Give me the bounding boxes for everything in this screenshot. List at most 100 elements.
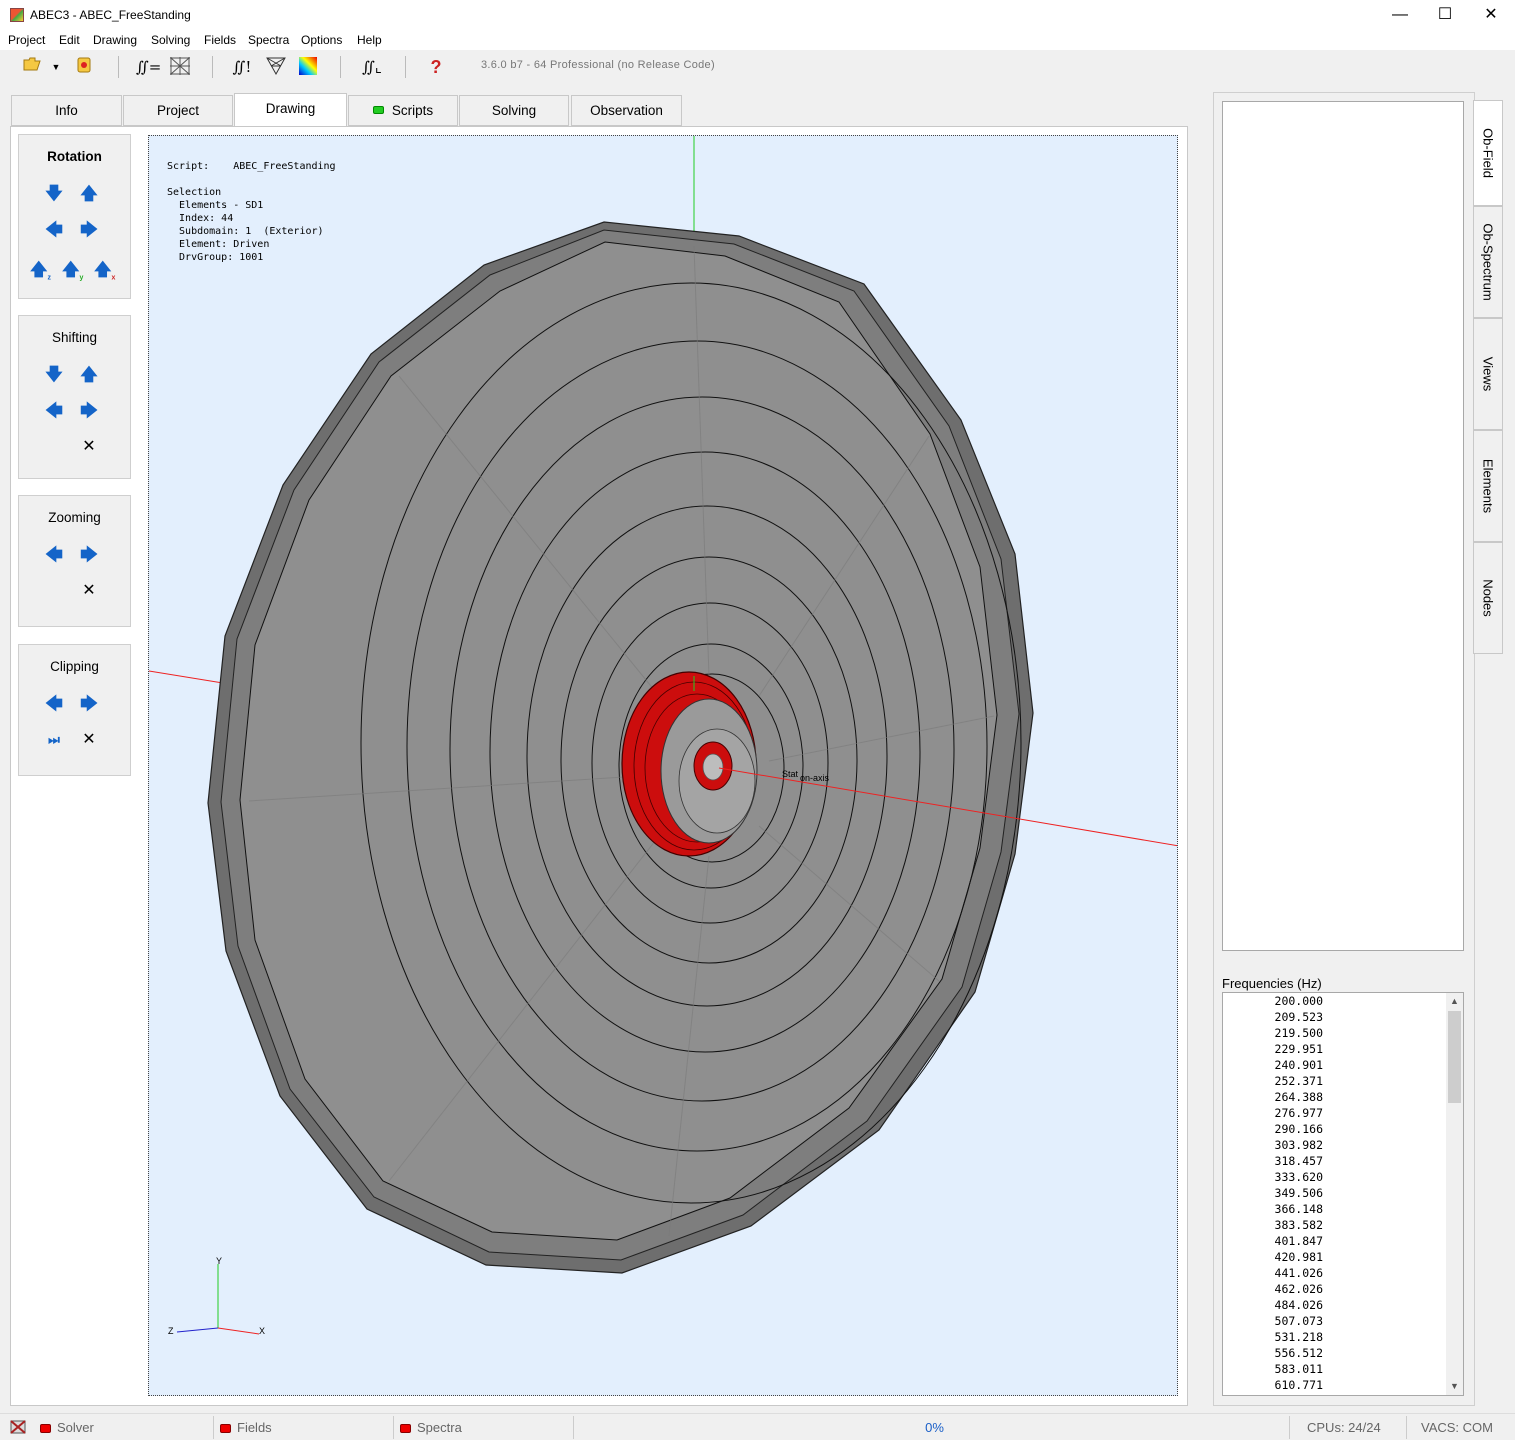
- shift-reset-button[interactable]: ✕: [80, 438, 98, 456]
- status-bar: Solver Fields Spectra 0% CPUs: 24/24 VAC…: [0, 1413, 1515, 1440]
- list-item[interactable]: 209.523: [1223, 1010, 1323, 1024]
- scroll-up-icon[interactable]: ▲: [1446, 993, 1463, 1010]
- clip-step-button[interactable]: ⏭: [45, 731, 63, 749]
- rotate-left-button[interactable]: 🡄: [45, 221, 63, 239]
- tab-solving[interactable]: Solving: [459, 95, 569, 126]
- tab-elements[interactable]: Elements: [1473, 430, 1503, 542]
- list-item[interactable]: 366.148: [1223, 1202, 1323, 1216]
- shift-up-button[interactable]: 🡅: [80, 366, 98, 384]
- minimize-button[interactable]: —: [1377, 0, 1423, 30]
- frequency-list[interactable]: 200.000 209.523 219.500 229.951 240.901 …: [1222, 992, 1464, 1396]
- menu-fields[interactable]: Fields: [204, 33, 236, 47]
- rotate-x-button[interactable]: 🡅x: [94, 261, 115, 282]
- help-icon[interactable]: ?: [424, 56, 448, 78]
- menu-options[interactable]: Options: [301, 33, 342, 47]
- list-item[interactable]: 240.901: [1223, 1058, 1323, 1072]
- shift-down-button[interactable]: 🡇: [45, 366, 63, 384]
- zooming-title: Zooming: [48, 510, 101, 525]
- zoom-out-button[interactable]: 🡄: [45, 546, 63, 564]
- rotation-group: Rotation 🡇 🡅 🡄 🡆 🡅z 🡅y 🡅x: [18, 134, 131, 299]
- menu-spectra[interactable]: Spectra: [248, 33, 289, 47]
- integral-excl-icon[interactable]: ∬!: [230, 56, 254, 78]
- menu-solving[interactable]: Solving: [151, 33, 190, 47]
- integral-curve-icon[interactable]: ∬⌞: [360, 56, 384, 78]
- list-item[interactable]: 290.166: [1223, 1122, 1323, 1136]
- list-item[interactable]: 462.026: [1223, 1282, 1323, 1296]
- fields-label: Fields: [237, 1420, 272, 1435]
- shift-left-button[interactable]: 🡄: [45, 402, 63, 420]
- list-item[interactable]: 441.026: [1223, 1266, 1323, 1280]
- zooming-group: Zooming 🡄 🡆 ✕: [18, 495, 131, 627]
- solver-tool-icon[interactable]: [8, 1418, 28, 1436]
- menu-drawing[interactable]: Drawing: [93, 33, 137, 47]
- list-item[interactable]: 229.951: [1223, 1042, 1323, 1056]
- zoom-in-button[interactable]: 🡆: [80, 546, 98, 564]
- list-item[interactable]: 219.500: [1223, 1026, 1323, 1040]
- rotate-y-button[interactable]: 🡅y: [62, 261, 83, 282]
- menu-help[interactable]: Help: [357, 33, 382, 47]
- menu-edit[interactable]: Edit: [59, 33, 80, 47]
- list-item[interactable]: 318.457: [1223, 1154, 1323, 1168]
- tab-elements-label: Elements: [1480, 458, 1496, 514]
- scroll-thumb[interactable]: [1448, 1011, 1461, 1103]
- axis-x-label: X: [259, 1326, 266, 1336]
- list-item[interactable]: 583.011: [1223, 1362, 1323, 1376]
- clip-reset-button[interactable]: ✕: [80, 731, 98, 749]
- tab-project[interactable]: Project: [123, 95, 233, 126]
- clipping-title: Clipping: [50, 659, 99, 674]
- list-item[interactable]: 610.771: [1223, 1378, 1323, 1392]
- selection-info: Script: ABEC_FreeStanding Selection Elem…: [167, 161, 336, 263]
- tab-views[interactable]: Views: [1473, 318, 1503, 430]
- frequencies-label: Frequencies (Hz): [1222, 976, 1322, 991]
- mesh-triangles-icon[interactable]: [264, 56, 288, 78]
- list-item[interactable]: 531.218: [1223, 1330, 1323, 1344]
- list-item[interactable]: 276.977: [1223, 1106, 1323, 1120]
- tab-ob-spectrum[interactable]: Ob-Spectrum: [1473, 206, 1503, 318]
- solver-status[interactable]: Solver: [40, 1416, 214, 1439]
- integral-equals-icon[interactable]: ∬=: [136, 56, 161, 78]
- dropdown-icon[interactable]: ▼: [48, 56, 64, 78]
- fields-status[interactable]: Fields: [220, 1416, 394, 1439]
- rotate-z-button[interactable]: 🡅z: [30, 261, 51, 282]
- tab-scripts[interactable]: Scripts: [348, 95, 458, 126]
- folder-open-icon[interactable]: [20, 56, 44, 78]
- shift-right-button[interactable]: 🡆: [80, 402, 98, 420]
- tab-nodes[interactable]: Nodes: [1473, 542, 1503, 654]
- menu-project[interactable]: Project: [8, 33, 45, 47]
- tab-scripts-label: Scripts: [391, 103, 434, 118]
- list-item[interactable]: 264.388: [1223, 1090, 1323, 1104]
- spectra-label: Spectra: [417, 1420, 462, 1435]
- frequency-scrollbar[interactable]: ▲ ▼: [1446, 993, 1463, 1395]
- record-icon[interactable]: [72, 56, 96, 78]
- drawing-viewport[interactable]: Script: ABEC_FreeStanding Selection Elem…: [148, 135, 1178, 1396]
- color-map-icon[interactable]: [296, 56, 320, 78]
- clip-left-button[interactable]: 🡄: [45, 695, 63, 713]
- clip-right-button[interactable]: 🡆: [80, 695, 98, 713]
- tab-observation[interactable]: Observation: [571, 95, 682, 126]
- list-item[interactable]: 252.371: [1223, 1074, 1323, 1088]
- spectra-status[interactable]: Spectra: [400, 1416, 574, 1439]
- list-item[interactable]: 556.512: [1223, 1346, 1323, 1360]
- tab-drawing[interactable]: Drawing: [234, 93, 347, 127]
- rotate-down-button[interactable]: 🡇: [45, 185, 63, 203]
- list-item[interactable]: 200.000: [1223, 994, 1323, 1008]
- scroll-down-icon[interactable]: ▼: [1446, 1378, 1463, 1395]
- tab-info[interactable]: Info: [11, 95, 122, 126]
- axis-z-label: Z: [168, 1326, 174, 1336]
- list-item[interactable]: 349.506: [1223, 1186, 1323, 1200]
- rotate-up-button[interactable]: 🡅: [80, 185, 98, 203]
- maximize-button[interactable]: ☐: [1422, 0, 1468, 30]
- list-item[interactable]: 420.981: [1223, 1250, 1323, 1264]
- list-item[interactable]: 401.847: [1223, 1234, 1323, 1248]
- close-button[interactable]: ✕: [1468, 0, 1514, 30]
- list-item[interactable]: 507.073: [1223, 1314, 1323, 1328]
- mesh-icon[interactable]: [168, 56, 192, 78]
- list-item[interactable]: 484.026: [1223, 1298, 1323, 1312]
- observation-view[interactable]: [1222, 101, 1464, 951]
- list-item[interactable]: 333.620: [1223, 1170, 1323, 1184]
- zoom-reset-button[interactable]: ✕: [80, 582, 98, 600]
- rotate-right-button[interactable]: 🡆: [80, 221, 98, 239]
- list-item[interactable]: 303.982: [1223, 1138, 1323, 1152]
- tab-ob-field[interactable]: Ob-Field: [1473, 100, 1503, 206]
- list-item[interactable]: 383.582: [1223, 1218, 1323, 1232]
